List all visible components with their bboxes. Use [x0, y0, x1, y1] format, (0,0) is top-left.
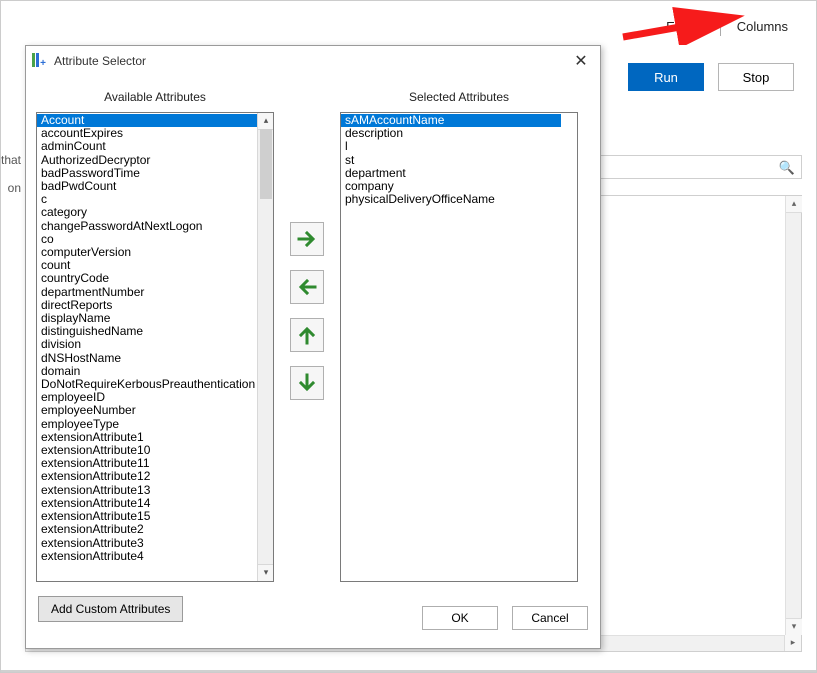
list-item[interactable]: l [341, 140, 561, 153]
cancel-button[interactable]: Cancel [512, 606, 588, 630]
list-item[interactable]: dNSHostName [37, 352, 257, 365]
move-up-button[interactable] [290, 318, 324, 352]
arrow-left-icon [297, 277, 317, 297]
bg-label-strip: that on [1, 153, 25, 209]
list-item[interactable]: employeeNumber [37, 404, 257, 417]
selected-column: Selected Attributes sAMAccountNamedescri… [340, 90, 578, 592]
arrow-up-icon [297, 325, 317, 345]
available-column: Available Attributes AccountaccountExpir… [36, 90, 274, 592]
list-item[interactable]: adminCount [37, 140, 257, 153]
export-link[interactable]: Export [660, 17, 710, 36]
list-item[interactable]: employeeType [37, 418, 257, 431]
arrow-down-icon [297, 373, 317, 393]
ok-button[interactable]: OK [422, 606, 498, 630]
list-item[interactable]: badPwdCount [37, 180, 257, 193]
run-button[interactable]: Run [628, 63, 704, 91]
list-item[interactable]: computerVersion [37, 246, 257, 259]
dialog-body: Available Attributes AccountaccountExpir… [26, 76, 600, 592]
results-vscrollbar[interactable] [785, 196, 801, 651]
dialog-title-icon [32, 53, 48, 69]
list-item[interactable]: AuthorizedDecryptor [37, 154, 257, 167]
top-toolbar: Export Columns [660, 17, 794, 36]
list-item[interactable]: description [341, 127, 561, 140]
move-down-button[interactable] [290, 366, 324, 400]
available-scrollbar[interactable] [257, 113, 273, 581]
list-item[interactable]: countryCode [37, 272, 257, 285]
list-item[interactable]: departmentNumber [37, 286, 257, 299]
columns-link[interactable]: Columns [731, 17, 794, 36]
attribute-selector-dialog: Attribute Selector ✕ Available Attribute… [25, 45, 601, 649]
list-item[interactable]: category [37, 206, 257, 219]
move-buttons-column [282, 90, 332, 592]
dialog-title: Attribute Selector [54, 54, 146, 68]
search-icon: 🔍 [779, 160, 795, 176]
list-item[interactable]: division [37, 338, 257, 351]
selected-listbox[interactable]: sAMAccountNamedescriptionlstdepartmentco… [340, 112, 578, 582]
selected-header: Selected Attributes [409, 90, 509, 104]
list-item[interactable]: st [341, 154, 561, 167]
move-left-button[interactable] [290, 270, 324, 304]
list-item[interactable]: extensionAttribute4 [37, 550, 257, 563]
list-item[interactable]: extensionAttribute12 [37, 470, 257, 483]
list-item[interactable]: extensionAttribute13 [37, 484, 257, 497]
dialog-footer: Add Custom Attributes OK Cancel [26, 592, 600, 648]
action-buttons: Run Stop [628, 63, 794, 91]
list-item[interactable]: extensionAttribute3 [37, 537, 257, 550]
available-listbox[interactable]: AccountaccountExpiresadminCountAuthorize… [36, 112, 274, 582]
bg-fragment: on [1, 181, 25, 195]
dialog-titlebar: Attribute Selector ✕ [26, 46, 600, 76]
arrow-right-icon [297, 229, 317, 249]
list-item[interactable]: physicalDeliveryOfficeName [341, 193, 561, 206]
list-item[interactable]: extensionAttribute2 [37, 523, 257, 536]
stop-button[interactable]: Stop [718, 63, 794, 91]
bg-fragment: that [1, 153, 25, 167]
add-custom-attributes-button[interactable]: Add Custom Attributes [38, 596, 183, 622]
list-item[interactable]: changePasswordAtNextLogon [37, 220, 257, 233]
available-header: Available Attributes [104, 90, 206, 104]
close-icon[interactable]: ✕ [568, 50, 594, 72]
toolbar-separator [720, 18, 721, 36]
move-right-button[interactable] [290, 222, 324, 256]
